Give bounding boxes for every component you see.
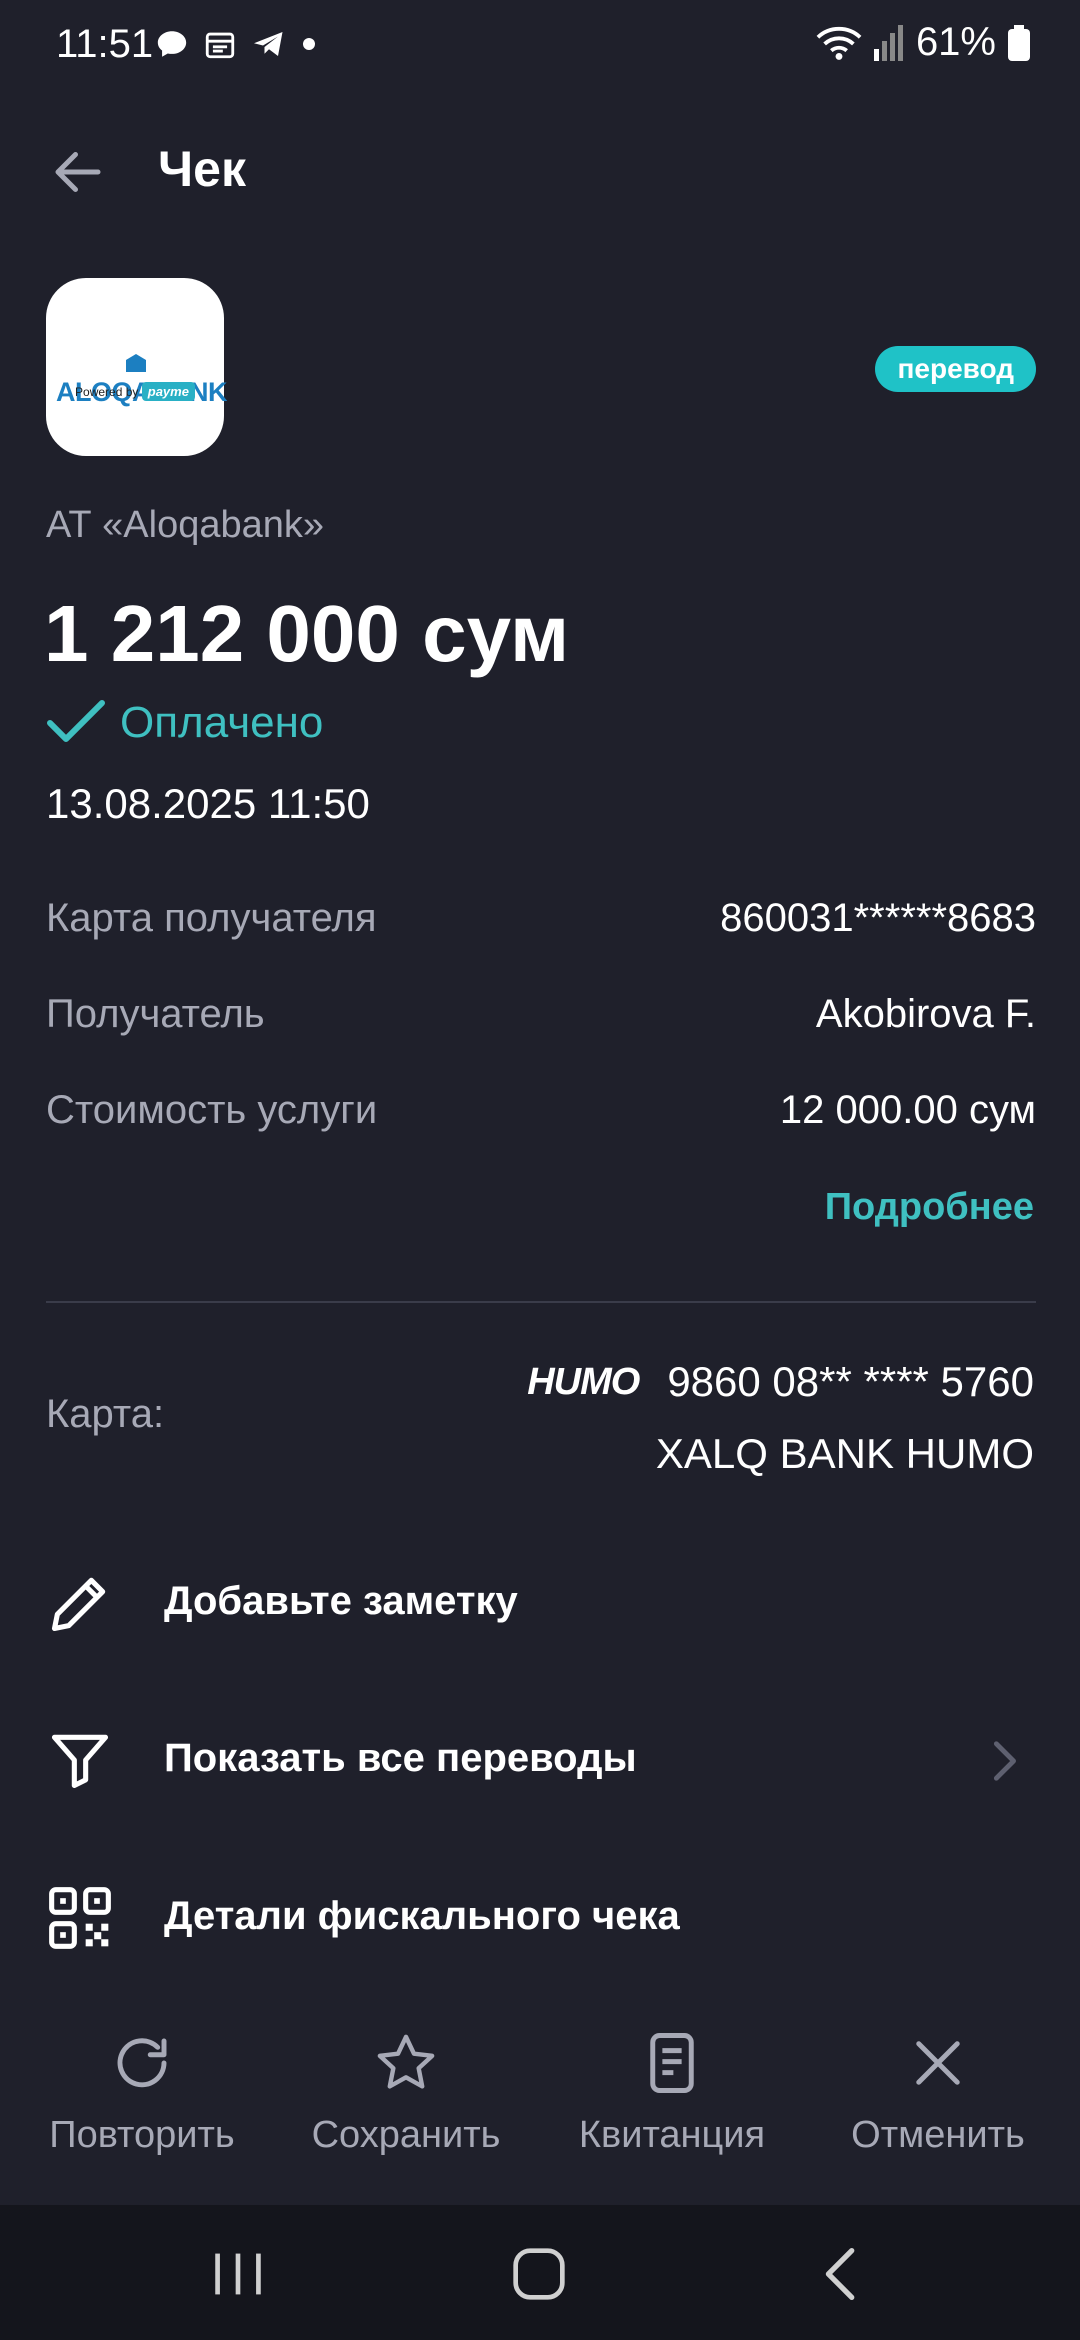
detail-label: Стоимость услуги [46, 1088, 378, 1132]
card-bank: XALQ BANK HUMO [655, 1430, 1034, 1477]
payment-status: Оплачено [46, 698, 323, 748]
receipt-icon [650, 2033, 694, 2093]
home-icon[interactable] [504, 2239, 574, 2309]
check-icon [47, 700, 105, 742]
action-label: Детали фискального чека [164, 1894, 680, 1938]
status-text: Оплачено [120, 698, 324, 747]
receipt-button[interactable]: Квитанция [552, 2030, 792, 2157]
notification-icons [155, 26, 317, 62]
bottom-label: Повторить [49, 2114, 235, 2156]
detail-label: Получатель [46, 992, 265, 1036]
close-icon [916, 2041, 960, 2085]
back-nav-icon[interactable] [808, 2239, 878, 2309]
detail-row-recipient: Получатель Akobirova F. [46, 992, 1036, 1052]
qr-code-icon [49, 1887, 111, 1949]
humo-logo: HUMO [527, 1360, 640, 1403]
merchant-logo: ALOQABANK Powered by payme [46, 278, 228, 456]
card-info: HUMO 9860 08** **** 5760 [527, 1358, 1034, 1406]
header: Чек [0, 130, 1080, 210]
payment-datetime: 13.08.2025 11:50 [46, 780, 370, 827]
system-nav-bar [0, 2205, 1080, 2340]
filter-icon [51, 1734, 109, 1789]
fiscal-receipt-row[interactable]: Детали фискального чека [0, 1858, 1080, 1978]
recent-apps-icon[interactable] [203, 2239, 273, 2309]
show-transfers-row[interactable]: Показать все переводы [0, 1700, 1080, 1820]
arrow-left-icon[interactable] [48, 142, 108, 202]
chevron-right-icon [993, 1741, 1016, 1781]
status-bar: 11:51 61% [0, 0, 1080, 90]
bottom-label: Сохранить [311, 2114, 501, 2156]
more-details-link[interactable]: Подробнее [825, 1186, 1034, 1229]
action-label: Добавьте заметку [164, 1579, 518, 1623]
logo-powered: Powered by payme [46, 382, 224, 401]
bottom-action-bar: Повторить Сохранить Квитанция Отменить [0, 2020, 1080, 2200]
add-note-row[interactable]: Добавьте заметку [0, 1543, 1080, 1663]
logo-powered-text: Powered by [75, 385, 139, 399]
logo-payme: payme [141, 382, 195, 401]
payment-amount: 1 212 000 сум [44, 589, 570, 678]
detail-value: 860031******8683 [720, 896, 1036, 940]
signal-icon [873, 24, 903, 61]
pencil-icon [51, 1577, 106, 1632]
detail-value: 12 000.00 сум [779, 1088, 1036, 1132]
telegram-icon [254, 32, 283, 56]
divider [46, 1301, 1036, 1303]
save-button[interactable]: Сохранить [286, 2030, 526, 2157]
transfer-badge: перевод [875, 346, 1036, 392]
cancel-button[interactable]: Отменить [818, 2030, 1058, 2157]
battery-percent: 61% [915, 20, 996, 64]
merchant-name: АТ «Aloqabank» [46, 504, 325, 546]
refresh-icon [117, 2038, 167, 2088]
calendar-icon [205, 32, 235, 59]
bottom-label: Квитанция [578, 2114, 766, 2156]
detail-row-service-fee: Стоимость услуги 12 000.00 сум [46, 1088, 1036, 1148]
bottom-label: Отменить [851, 2114, 1025, 2156]
repeat-button[interactable]: Повторить [22, 2030, 262, 2157]
system-icons: 61% [816, 20, 1030, 65]
wifi-icon [816, 26, 862, 60]
action-label: Показать все переводы [164, 1736, 637, 1780]
dot-icon [303, 38, 315, 50]
card-number: 9860 08** **** 5760 [667, 1358, 1034, 1405]
page-title: Чек [158, 141, 246, 197]
detail-row-recipient-card: Карта получателя 860031******8683 [46, 896, 1036, 956]
card-label: Карта: [46, 1392, 165, 1436]
status-time: 11:51 [56, 22, 154, 66]
star-icon [377, 2034, 435, 2089]
detail-value: Akobirova F. [815, 992, 1036, 1036]
detail-label: Карта получателя [46, 896, 377, 940]
battery-icon [1008, 24, 1030, 61]
bank-roof-icon [126, 354, 146, 372]
chat-icon [157, 31, 187, 57]
